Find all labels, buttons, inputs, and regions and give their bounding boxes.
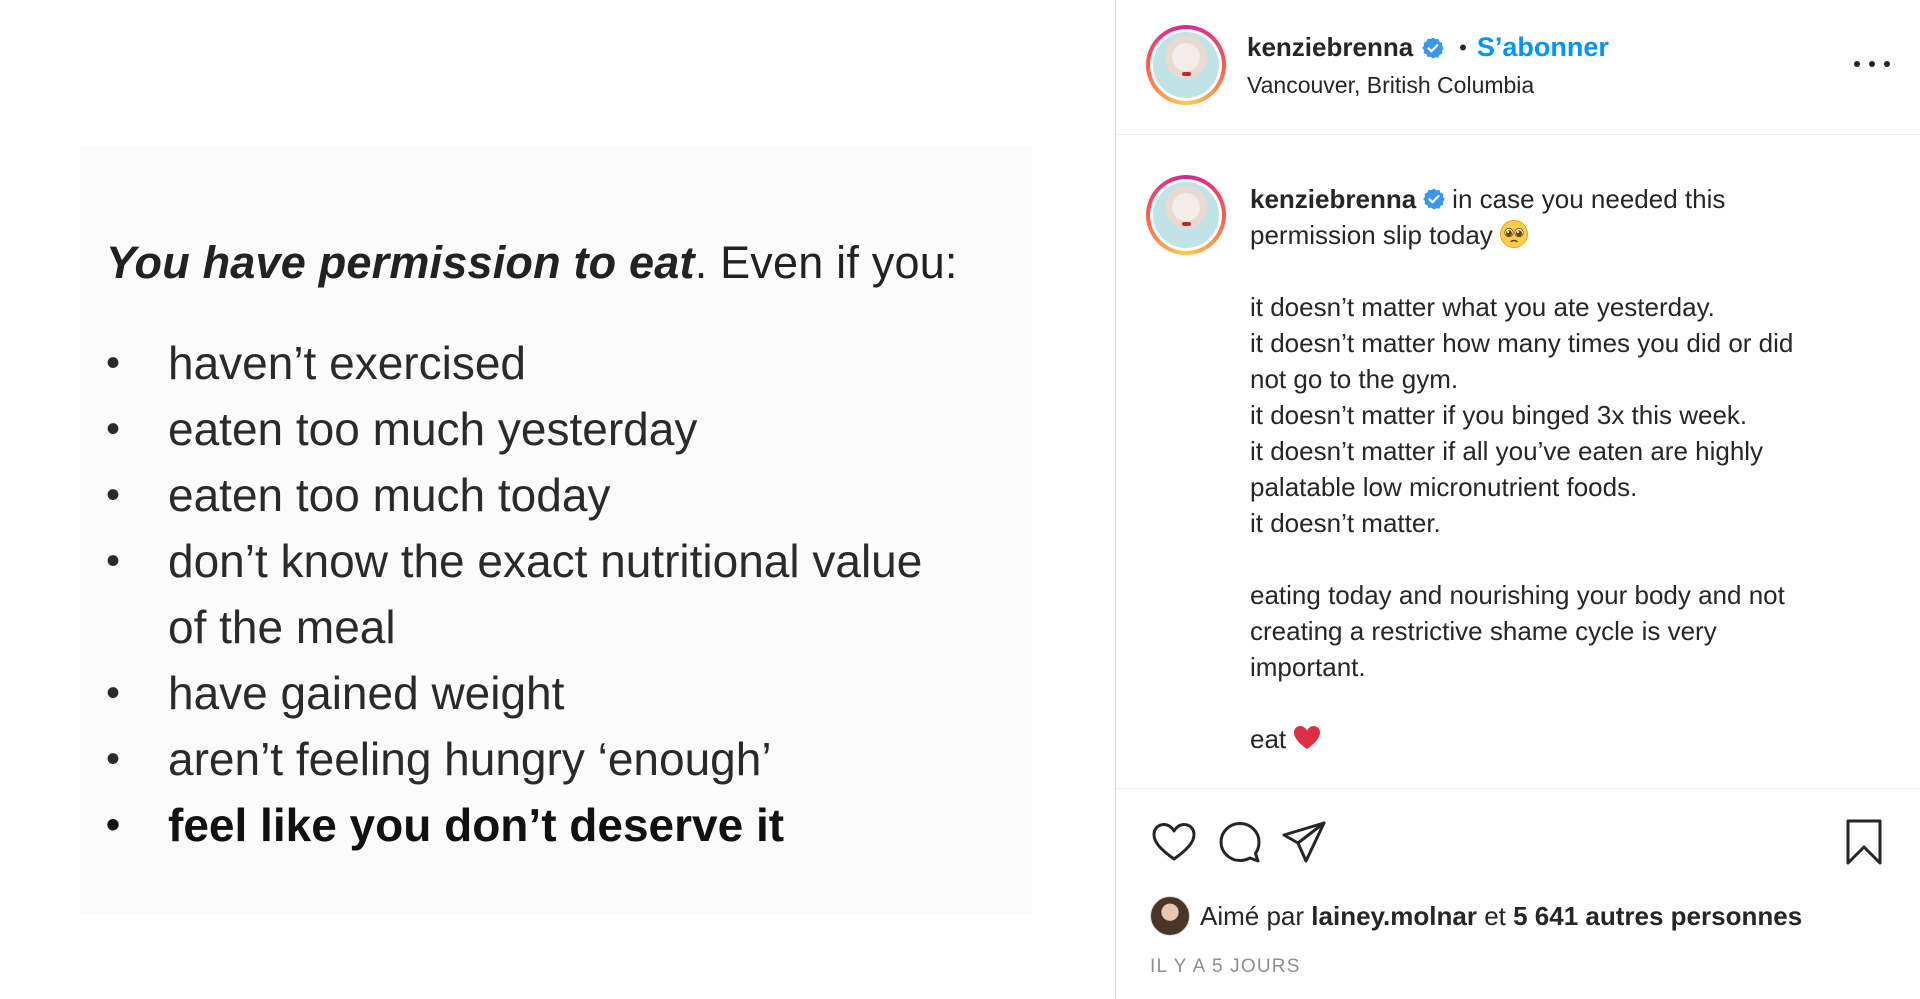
image-heading-bold: You have permission to eat [106,237,695,288]
author-avatar[interactable] [1146,25,1226,105]
post-timestamp[interactable]: IL Y A 5 JOURS [1150,956,1301,978]
image-list-item: • aren’t feeling hungry ‘enough’ [106,733,772,785]
image-list-item: • feel like you don’t deserve it [106,799,785,851]
caption-intro-line-1: in case you needed this [1452,184,1726,214]
caption-line: it doesn’t matter if all you’ve eaten ar… [1250,436,1764,466]
image-heading: You have permission to eat. Even if you: [106,237,958,289]
post-image: You have permission to eat. Even if you:… [80,145,1032,915]
caption-line: creating a restrictive shame cycle is ve… [1250,616,1717,646]
caption-line: important. [1250,652,1366,682]
image-heading-rest: . Even if you: [694,237,958,288]
likes-connector: et [1484,900,1506,931]
caption-line: it doesn’t matter. [1250,508,1441,538]
caption-intro: kenziebrenna in case you needed this [1250,181,1890,217]
header-author: kenziebrenna • S’abonner [1247,32,1609,63]
caption-closing: eat [1250,721,1890,757]
post-caption: kenziebrenna in case you needed this perm… [1116,135,1920,789]
likes-summary: Aimé par lainey.molnar et 5 641 autres p… [1150,896,1802,936]
post-location[interactable]: Vancouver, British Columbia [1247,72,1534,99]
image-list: • haven’t exercised • eaten too much yeste… [106,330,922,858]
likes-count-link[interactable]: 5 641 autres personnes [1513,901,1802,932]
caption-divider [1116,788,1920,789]
caption-line: it doesn’t matter how many times you did… [1250,328,1794,358]
bookmark-icon[interactable] [1838,816,1890,868]
more-options-icon[interactable] [1854,50,1890,78]
instagram-post: You have permission to eat. Even if you:… [0,0,1920,999]
heart-icon[interactable] [1148,816,1200,868]
caption-author-avatar-image [1153,182,1219,248]
caption-line: it doesn’t matter what you ate yesterday… [1250,292,1715,322]
post-header: kenziebrenna • S’abonner Vancouver, Brit… [1116,0,1920,135]
liker-avatar[interactable] [1150,896,1190,936]
pleading-face-emoji [1499,219,1529,249]
author-username[interactable]: kenziebrenna [1247,32,1413,63]
image-list-item: • haven’t exercised [106,337,526,389]
image-list-item: • eaten too much yesterday [106,403,698,455]
caption-line: not go to the gym. [1250,364,1459,394]
image-list-item: • don’t know the exact nutritional value [106,535,923,587]
verified-badge-icon [1422,184,1446,210]
image-list-item: • eaten too much today [106,469,611,521]
action-bar [1116,816,1920,876]
post-sidebar: kenziebrenna • S’abonner Vancouver, Brit… [1116,0,1920,999]
image-list-item-continued: of the meal [168,601,396,653]
image-list-item: • have gained weight [106,667,565,719]
red-heart-emoji [1292,723,1322,753]
caption-line: eating today and nourishing your body an… [1250,580,1785,610]
post-media[interactable]: You have permission to eat. Even if you:… [0,0,1116,999]
author-avatar-image [1153,32,1219,98]
follow-button[interactable]: S’abonner [1477,32,1609,63]
liker-username[interactable]: lainey.molnar [1311,901,1477,932]
caption-line: palatable low micronutrient foods. [1250,472,1638,502]
header-separator: • [1459,34,1467,60]
caption-intro-line-2: permission slip today [1250,217,1890,253]
likes-prefix: Aimé par [1200,900,1305,931]
caption-author-username[interactable]: kenziebrenna [1250,184,1416,214]
paper-plane-icon[interactable] [1278,816,1330,868]
caption-line: it doesn’t matter if you binged 3x this … [1250,400,1748,430]
verified-badge-icon [1421,36,1445,60]
caption-text: kenziebrenna in case you needed this perm… [1250,181,1890,757]
caption-author-avatar[interactable] [1146,175,1226,255]
comment-icon[interactable] [1214,816,1266,868]
